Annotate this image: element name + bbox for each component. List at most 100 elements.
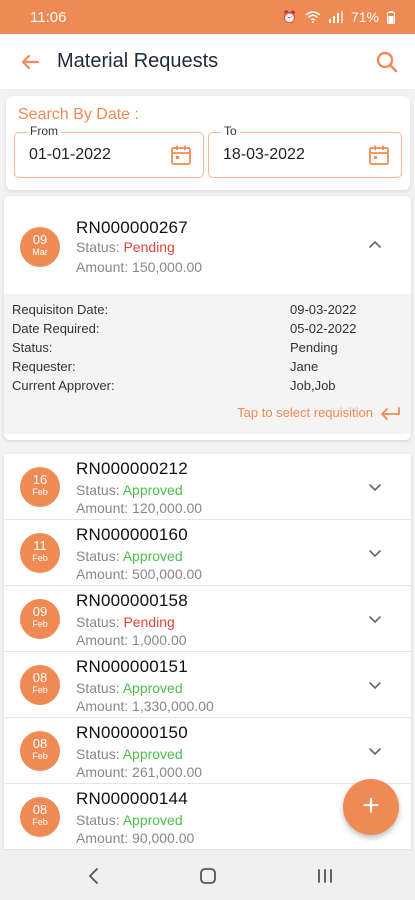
- status-value: Pending: [123, 614, 175, 630]
- to-date-value: 18-03-2022: [223, 146, 305, 163]
- nav-home-icon[interactable]: [197, 865, 219, 887]
- status-value: Approved: [122, 548, 183, 564]
- alarm-icon: ⏰: [282, 10, 297, 24]
- request-amount: Amount: 1,000.00: [76, 632, 187, 648]
- date-badge: 11 Feb: [20, 533, 60, 573]
- chevron-down-icon[interactable]: [367, 479, 383, 495]
- chevron-down-icon[interactable]: [367, 677, 383, 693]
- add-request-button[interactable]: +: [343, 779, 399, 835]
- detail-value: 05-02-2022: [290, 321, 357, 336]
- date-badge-month: Feb: [32, 487, 48, 497]
- date-badge-day: 09: [32, 604, 48, 619]
- nav-back-icon[interactable]: [83, 865, 105, 887]
- date-badge-month: Feb: [32, 751, 48, 761]
- request-amount: Amount: 150,000.00: [76, 259, 203, 275]
- date-badge-month: Mar: [32, 247, 48, 257]
- search-by-date-panel: Search By Date : From 01-01-2022 To 18-0…: [6, 96, 410, 190]
- date-badge: 16 Feb: [20, 467, 60, 507]
- request-number: RN000000150: [76, 723, 188, 742]
- date-badge-day: 09: [32, 232, 48, 247]
- status-prefix: Status:: [76, 614, 124, 630]
- nav-recents-icon[interactable]: [314, 865, 336, 887]
- calendar-icon[interactable]: [169, 143, 193, 167]
- from-date-value: 01-01-2022: [29, 146, 111, 163]
- request-amount: Amount: 500,000.00: [76, 566, 203, 582]
- return-arrow-icon: [381, 406, 400, 420]
- request-amount: Amount: 120,000.00: [76, 500, 203, 516]
- wifi-icon: [305, 11, 321, 23]
- request-status: Status: Approved: [76, 482, 183, 498]
- tap-to-select-label: Tap to select requisition: [237, 405, 373, 420]
- request-status: Status: Approved: [76, 548, 183, 564]
- from-date-field[interactable]: From 01-01-2022: [14, 124, 204, 178]
- plus-icon: +: [362, 789, 380, 822]
- date-badge: 08 Feb: [20, 797, 60, 837]
- from-label: From: [27, 124, 61, 138]
- request-amount: Amount: 261,000.00: [76, 764, 203, 780]
- request-amount: Amount: 90,000.00: [76, 830, 195, 846]
- detail-value: Job,Job: [290, 378, 336, 393]
- request-row[interactable]: 11 Feb RN000000160 Status: Approved Amoun…: [4, 520, 411, 586]
- date-badge-month: Feb: [32, 619, 48, 629]
- request-number: RN000000144: [76, 789, 188, 808]
- chevron-down-icon[interactable]: [367, 545, 383, 561]
- select-requisition-link[interactable]: Tap to select requisition: [237, 405, 401, 420]
- to-date-field[interactable]: To 18-03-2022: [208, 124, 402, 178]
- request-status: Status: Approved: [76, 746, 183, 762]
- request-status: Status: Approved: [76, 680, 183, 696]
- battery-percent: 71%: [350, 9, 379, 25]
- detail-key: Requisiton Date:: [12, 302, 109, 317]
- request-status: Status: Approved: [76, 812, 183, 828]
- status-value: Pending: [123, 239, 175, 255]
- date-badge-day: 08: [32, 802, 48, 817]
- system-nav-bar: [0, 850, 415, 900]
- detail-value: 09-03-2022: [290, 302, 357, 317]
- request-number: RN000000267: [76, 218, 188, 237]
- date-badge: 09 Mar: [20, 227, 60, 267]
- status-value: Approved: [122, 482, 183, 498]
- request-row[interactable]: 08 Feb RN000000150 Status: Approved Amoun…: [4, 718, 411, 784]
- search-by-date-label: Search By Date :: [18, 106, 139, 123]
- request-row[interactable]: 09 Feb RN000000158 Status: Pending Amount…: [4, 586, 411, 652]
- request-status: Status: Pending: [76, 614, 175, 630]
- date-badge: 08 Feb: [20, 665, 60, 705]
- date-badge-day: 08: [32, 670, 48, 685]
- expanded-request-card[interactable]: 09 Mar RN000000267 Status: Pending Amoun…: [4, 196, 411, 440]
- request-number: RN000000160: [76, 525, 188, 544]
- status-prefix: Status:: [76, 746, 123, 762]
- status-icons: ⏰ 71%: [282, 9, 395, 25]
- date-badge-day: 16: [32, 472, 48, 487]
- status-prefix: Status:: [76, 482, 123, 498]
- status-prefix: Status:: [76, 239, 124, 255]
- chevron-down-icon[interactable]: [367, 611, 383, 627]
- status-prefix: Status:: [76, 812, 123, 828]
- signal-icon: [328, 11, 343, 23]
- status-value: Approved: [122, 680, 183, 696]
- status-value: Approved: [122, 746, 183, 762]
- date-badge-month: Feb: [32, 685, 48, 695]
- status-value: Approved: [122, 812, 183, 828]
- request-number: RN000000212: [76, 459, 188, 478]
- arrow-left-icon[interactable]: [16, 48, 44, 76]
- status-prefix: Status:: [76, 680, 123, 696]
- request-row[interactable]: 08 Feb RN000000151 Status: Approved Amoun…: [4, 652, 411, 718]
- request-number: RN000000158: [76, 591, 188, 610]
- status-time: 11:06: [30, 8, 67, 26]
- date-badge: 09 Feb: [20, 599, 60, 639]
- search-icon[interactable]: [373, 48, 401, 76]
- date-badge-day: 08: [32, 736, 48, 751]
- request-amount: Amount: 1,330,000.00: [76, 698, 214, 714]
- status-prefix: Status:: [76, 548, 123, 564]
- request-row[interactable]: 16 Feb RN000000212 Status: Approved Amoun…: [4, 454, 411, 520]
- app-bar: Material Requests: [0, 34, 415, 90]
- detail-key: Current Approver:: [12, 378, 115, 393]
- detail-value: Pending: [290, 340, 338, 355]
- chevron-down-icon[interactable]: [367, 743, 383, 759]
- chevron-up-icon[interactable]: [367, 236, 383, 252]
- date-badge: 08 Feb: [20, 731, 60, 771]
- detail-value: Jane: [290, 359, 319, 374]
- calendar-icon[interactable]: [367, 143, 391, 167]
- detail-key: Date Required:: [12, 321, 100, 336]
- detail-key: Status:: [12, 340, 53, 355]
- request-details: Requisiton Date: 09-03-2022 Date Require…: [4, 294, 411, 434]
